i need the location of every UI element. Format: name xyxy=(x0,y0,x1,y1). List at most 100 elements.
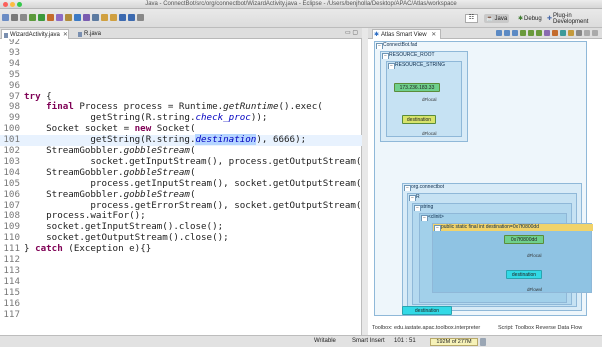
tab-label: WizardActivity.java xyxy=(10,32,60,38)
export-icon[interactable] xyxy=(560,30,566,36)
java-file-icon xyxy=(78,32,82,37)
save-icon[interactable] xyxy=(11,14,18,21)
box-label: org.connectbot xyxy=(403,184,444,191)
code-line[interactable]: 115 xyxy=(0,287,362,299)
tab-label: Atlas Smart View xyxy=(381,32,427,38)
prev-annotation-icon[interactable] xyxy=(110,14,117,21)
perspective-plugin-development[interactable]: ✚ Plug-in Development xyxy=(545,13,602,25)
garbage-collect-icon[interactable] xyxy=(480,338,486,346)
zoom-icon[interactable] xyxy=(520,30,526,36)
smart-view-toolbar xyxy=(496,30,598,36)
save-icon[interactable] xyxy=(544,30,550,36)
tab-wizardactivity[interactable]: WizardActivity.java ✕ xyxy=(1,29,69,39)
maximize-icon[interactable] xyxy=(592,30,598,36)
cursor-position: 101 : 51 xyxy=(394,338,416,344)
forward-icon[interactable] xyxy=(128,14,135,21)
node-hex-literal[interactable]: 0x7f0800dd xyxy=(504,235,544,244)
zoom-in-icon[interactable] xyxy=(528,30,534,36)
perspective-java[interactable]: ☕ Java xyxy=(484,14,510,23)
close-tab-icon[interactable]: ✕ xyxy=(63,32,68,38)
edge-label: dFlocal xyxy=(527,253,542,258)
toolbar-icons xyxy=(2,14,144,21)
new-icon[interactable] xyxy=(2,14,9,21)
script-status: Script: Toolbox Reverse Data Flow xyxy=(498,325,583,331)
print-icon[interactable] xyxy=(20,14,27,21)
code-token: ( xyxy=(189,166,196,178)
code-line[interactable]: 116 xyxy=(0,298,362,310)
new-package-icon[interactable] xyxy=(65,14,72,21)
search-icon[interactable] xyxy=(92,14,99,21)
code-line[interactable]: 96 xyxy=(0,80,362,92)
code-token: } xyxy=(24,243,36,255)
tab-atlas-smart-view[interactable]: ✱ Atlas Smart View ✕ xyxy=(372,29,442,39)
editor-view-controls[interactable]: ▭ ▢ xyxy=(345,29,358,36)
code-token: check_proc xyxy=(195,112,251,124)
code-line[interactable]: 95 xyxy=(0,69,362,81)
code-token: destination xyxy=(195,134,257,146)
pin-icon[interactable] xyxy=(137,14,144,21)
code-token: getRuntime xyxy=(223,101,279,113)
layout-icon[interactable] xyxy=(568,30,574,36)
back-icon[interactable] xyxy=(504,30,510,36)
debug-icon[interactable] xyxy=(29,14,36,21)
code-line[interactable]: 114 xyxy=(0,276,362,288)
main-toolbar: ☷ ☕ Java ✱ Debug ✚ Plug-in Development xyxy=(0,9,602,28)
java-file-icon xyxy=(4,33,8,38)
code-line[interactable]: 92 xyxy=(0,39,362,48)
box-label: ConnectBot.fad xyxy=(375,42,417,49)
close-tab-icon[interactable]: ✕ xyxy=(431,32,436,38)
code-line[interactable]: 112 xyxy=(0,254,362,266)
external-tools-icon[interactable] xyxy=(47,14,54,21)
code-token: final xyxy=(46,101,74,113)
code-token: getString(R.string. xyxy=(24,134,196,146)
minimize-icon[interactable] xyxy=(584,30,590,36)
zoom-out-icon[interactable] xyxy=(536,30,542,36)
code-line[interactable]: 111} catch (Exception e){} xyxy=(0,243,362,255)
code-token: (Exception e){} xyxy=(62,243,152,255)
new-java-project-icon[interactable] xyxy=(56,14,63,21)
open-type-icon[interactable] xyxy=(83,14,90,21)
edge-label: dFlocal xyxy=(422,131,437,136)
node-destination-use[interactable]: destination xyxy=(402,306,452,315)
next-annotation-icon[interactable] xyxy=(101,14,108,21)
code-area[interactable]: 92 93 94 95 96 97 try {98 final Process proces… xyxy=(0,39,362,335)
box-label: RESOURCE_ROOT xyxy=(381,52,435,59)
node-ip-literal[interactable]: 173.236.183.33 xyxy=(394,83,440,92)
code-token: new xyxy=(134,123,152,135)
plugin-perspective-icon: ✚ xyxy=(547,16,553,22)
window-title: Java - ConnectBot/src/org/connectbot/Wiz… xyxy=(145,1,457,7)
code-line[interactable]: 94 xyxy=(0,58,362,70)
code-token: StreamGobbler. xyxy=(24,145,124,156)
box-label: public static final int destination=0x7f… xyxy=(433,224,593,231)
title-bar: Java - ConnectBot/src/org/connectbot/Wiz… xyxy=(0,0,602,9)
heap-status[interactable]: 192M of 277M xyxy=(430,338,478,346)
tab-r-java[interactable]: R.java xyxy=(76,29,101,39)
java-editor: WizardActivity.java ✕ R.java ▭ ▢ 92 93 94 95… xyxy=(0,28,362,335)
box-destination-field[interactable]: public static final int destination=0x7f… xyxy=(432,223,593,293)
perspective-label: Debug xyxy=(524,15,542,22)
code-token: { xyxy=(40,90,52,102)
debug-perspective-icon: ✱ xyxy=(518,16,524,22)
toolbox-status: Toolbox: edu.iastate.apac.toolbox.interp… xyxy=(372,325,481,331)
pin-icon[interactable] xyxy=(552,30,558,36)
graph-canvas[interactable]: ConnectBot.fad RESOURCE_ROOT RESOURCE_ST… xyxy=(374,41,593,319)
new-class-icon[interactable] xyxy=(74,14,81,21)
perspective-debug[interactable]: ✱ Debug xyxy=(516,14,544,23)
box-label: <clinit> xyxy=(420,214,444,221)
forward-icon[interactable] xyxy=(512,30,518,36)
code-token: socket.getInputStream(), process.getOutp… xyxy=(24,155,362,167)
java-perspective-icon: ☕ xyxy=(486,16,494,22)
atlas-smart-view: ✱ Atlas Smart View ✕ ConnectBot.fad RESO… xyxy=(368,28,602,335)
quick-access-button[interactable]: ☷ xyxy=(465,14,478,23)
node-destination-field[interactable]: destination xyxy=(506,270,542,279)
code-line[interactable]: 93 xyxy=(0,47,362,59)
smart-view-tab-bar: ✱ Atlas Smart View ✕ xyxy=(368,28,602,39)
writable-status: Writable xyxy=(314,338,336,344)
settings-icon[interactable] xyxy=(576,30,582,36)
refresh-icon[interactable] xyxy=(496,30,502,36)
back-icon[interactable] xyxy=(119,14,126,21)
run-icon[interactable] xyxy=(38,14,45,21)
node-destination-resource[interactable]: destination xyxy=(402,115,436,124)
code-line[interactable]: 117 xyxy=(0,309,362,321)
code-line[interactable]: 113 xyxy=(0,265,362,277)
